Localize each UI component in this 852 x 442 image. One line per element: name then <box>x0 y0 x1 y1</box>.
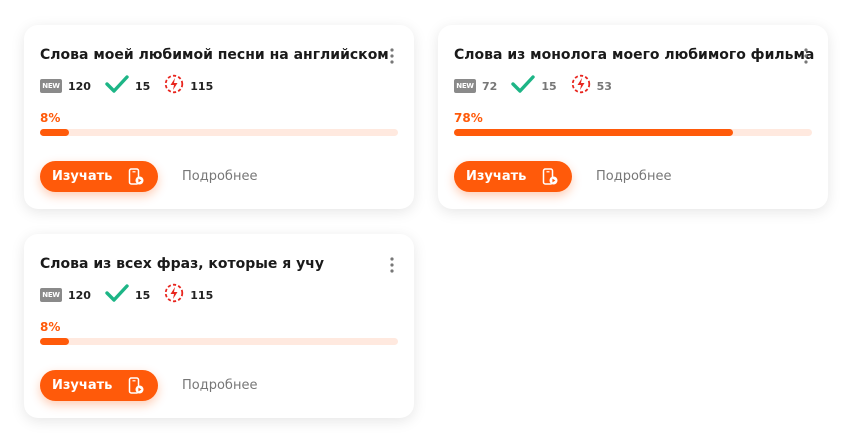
progress-bar <box>40 129 398 136</box>
progress-bar <box>40 338 398 345</box>
study-button-label: Изучать <box>466 169 527 184</box>
phone-play-icon <box>128 377 144 399</box>
lightning-circle-icon <box>164 74 184 98</box>
lightning-circle-icon <box>164 283 184 307</box>
new-words-stat: NEW 120 <box>40 288 91 302</box>
progress-fill <box>40 129 69 136</box>
progress-percent: 78% <box>454 111 483 125</box>
new-words-count: 120 <box>68 79 91 93</box>
repeat-words-count: 115 <box>190 288 214 302</box>
progress-bar <box>454 129 812 136</box>
check-icon <box>105 75 129 97</box>
study-button-label: Изучать <box>52 169 113 184</box>
card-title: Слова из монолога моего любимого фильма <box>454 47 815 63</box>
word-set-card: Слова из монолога моего любимого фильма … <box>438 25 828 209</box>
repeat-words-count: 115 <box>190 79 214 93</box>
learned-words-stat: 15 <box>511 75 557 97</box>
kebab-menu-icon[interactable] <box>386 256 398 274</box>
card-title: Слова моей любимой песни на английском <box>40 47 389 63</box>
study-button[interactable]: Изучать <box>454 161 572 192</box>
new-words-stat: NEW 72 <box>454 79 497 93</box>
new-badge-icon: NEW <box>40 79 62 93</box>
details-link[interactable]: Подробнее <box>182 169 257 184</box>
word-stats: NEW 72 15 53 <box>454 74 626 98</box>
check-icon <box>511 75 536 97</box>
check-icon <box>105 284 129 306</box>
study-button[interactable]: Изучать <box>40 161 158 192</box>
lightning-circle-icon <box>571 74 591 98</box>
repeat-words-stat: 115 <box>164 283 213 307</box>
kebab-menu-icon[interactable] <box>386 47 398 65</box>
study-button-label: Изучать <box>52 378 113 393</box>
word-stats: NEW 120 15 115 <box>40 283 227 307</box>
new-words-stat: NEW 120 <box>40 79 91 93</box>
repeat-words-stat: 115 <box>164 74 213 98</box>
details-link[interactable]: Подробнее <box>596 169 671 184</box>
learned-words-stat: 15 <box>105 284 150 306</box>
new-words-count: 120 <box>68 288 91 302</box>
progress-fill <box>454 129 734 136</box>
progress-percent: 8% <box>40 111 61 125</box>
learned-words-count: 15 <box>134 79 151 93</box>
phone-play-icon <box>542 168 558 190</box>
new-badge-icon: NEW <box>454 79 476 93</box>
new-badge-icon: NEW <box>40 288 62 302</box>
progress-fill <box>40 338 69 345</box>
progress-percent: 8% <box>40 320 61 334</box>
learned-words-count: 15 <box>134 288 151 302</box>
kebab-menu-icon[interactable] <box>800 47 812 65</box>
word-set-card: Слова из всех фраз, которые я учу NEW 12… <box>24 234 414 418</box>
learned-words-stat: 15 <box>105 75 150 97</box>
phone-play-icon <box>128 168 144 190</box>
card-title: Слова из всех фраз, которые я учу <box>40 256 325 272</box>
repeat-words-stat: 53 <box>571 74 612 98</box>
details-link[interactable]: Подробнее <box>182 378 257 393</box>
study-button[interactable]: Изучать <box>40 370 158 401</box>
repeat-words-count: 53 <box>596 79 612 93</box>
word-set-card: Слова моей любимой песни на английском N… <box>24 25 414 209</box>
word-stats: NEW 120 15 115 <box>40 74 227 98</box>
learned-words-count: 15 <box>541 79 557 93</box>
new-words-count: 72 <box>482 79 498 93</box>
